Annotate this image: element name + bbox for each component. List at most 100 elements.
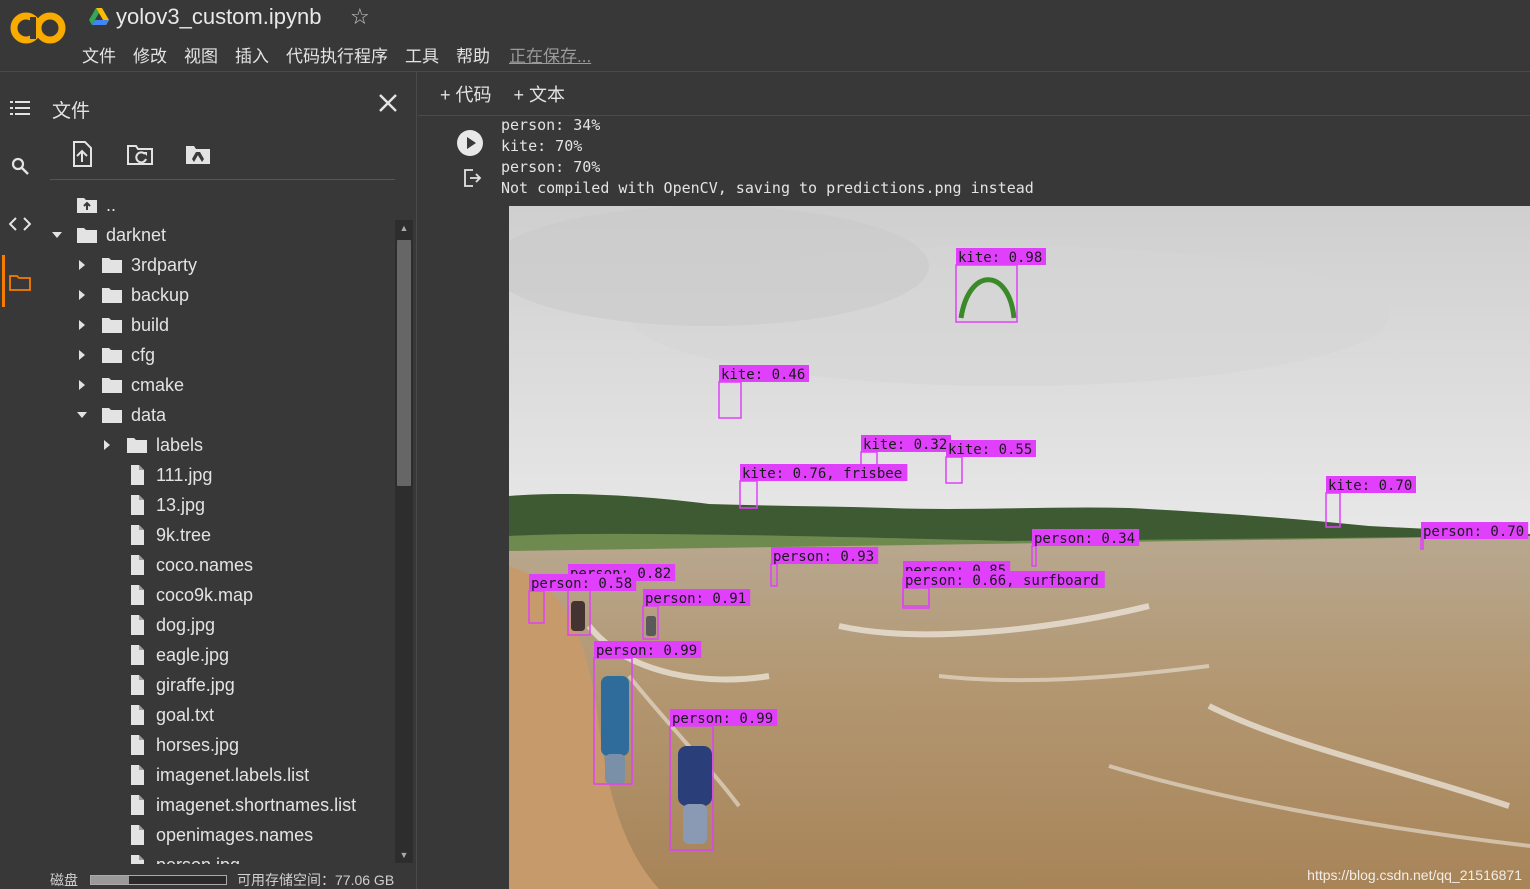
folder-item[interactable]: labels: [100, 430, 203, 460]
file-item[interactable]: coco.names: [100, 550, 253, 580]
menu-item-6[interactable]: 帮助: [456, 42, 490, 67]
file-item[interactable]: eagle.jpg: [100, 640, 229, 670]
tree-item-label: darknet: [106, 224, 167, 245]
menu-item-3[interactable]: 插入: [235, 42, 269, 67]
file-icon: [126, 645, 156, 665]
file-item[interactable]: imagenet.shortnames.list: [100, 790, 356, 820]
file-icon: [126, 525, 156, 545]
tree-item-label: person.jpg: [156, 855, 240, 865]
file-item[interactable]: 9k.tree: [100, 520, 211, 550]
play-icon: [467, 137, 476, 149]
add-text-button[interactable]: + 文本: [514, 81, 566, 107]
folder-icon: [101, 315, 131, 335]
folder-item[interactable]: backup: [75, 280, 189, 310]
file-tree-scrollbar[interactable]: ▲ ▼: [395, 220, 413, 863]
folder-icon[interactable]: [8, 270, 32, 294]
tree-item-label: dog.jpg: [156, 614, 216, 635]
cell-output-text: person: 34% kite: 70% person: 70% Not co…: [501, 116, 1034, 197]
search-icon[interactable]: [8, 154, 32, 178]
code-snippets-icon[interactable]: [8, 212, 32, 236]
tree-item-label: cfg: [131, 344, 156, 365]
folder-icon: [101, 345, 131, 365]
close-icon[interactable]: [375, 90, 401, 116]
caret-right-icon[interactable]: [75, 288, 89, 302]
menu-item-4[interactable]: 代码执行程序: [286, 42, 388, 67]
caret-spacer: [100, 588, 114, 602]
folder-item[interactable]: cfg: [75, 340, 155, 370]
folder-icon: [76, 225, 106, 245]
file-item[interactable]: dog.jpg: [100, 610, 215, 640]
upload-icon[interactable]: [68, 140, 96, 168]
file-item[interactable]: imagenet.labels.list: [100, 760, 309, 790]
file-item[interactable]: person.jpg: [100, 850, 240, 864]
notebook-title[interactable]: yolov3_custom.ipynb: [116, 4, 321, 30]
tree-item-label: coco9k.map: [156, 584, 254, 605]
menu-item-5[interactable]: 工具: [405, 42, 439, 67]
caret-spacer: [100, 858, 114, 864]
caret-right-icon[interactable]: [100, 438, 114, 452]
file-item[interactable]: giraffe.jpg: [100, 670, 235, 700]
divider: [50, 179, 395, 180]
caret-spacer: [100, 768, 114, 782]
file-icon: [126, 705, 156, 725]
caret-spacer: [100, 738, 114, 752]
caret-right-icon[interactable]: [75, 378, 89, 392]
file-item[interactable]: 111.jpg: [100, 460, 212, 490]
scene-figure: [683, 804, 707, 844]
detection-label: person: 0.58: [531, 576, 632, 592]
file-icon: [126, 585, 156, 605]
file-item[interactable]: 13.jpg: [100, 490, 205, 520]
detection-label: kite: 0.32: [863, 437, 947, 453]
folder-icon: [101, 375, 131, 395]
disk-available-text: 可用存储空间：77.06 GB: [237, 871, 395, 888]
detection-label: person: 0.34: [1034, 531, 1135, 547]
tree-item-label: data: [131, 404, 167, 425]
drive-folder-icon[interactable]: [184, 140, 212, 168]
folder-item[interactable]: data: [75, 400, 166, 430]
notebook-toolbar: + 代码 + 文本: [418, 72, 1530, 116]
caret-down-icon[interactable]: [50, 228, 64, 242]
tree-item-label: eagle.jpg: [156, 644, 230, 665]
colab-window: CO yolov3_custom.ipynb ☆ 文件 修改 视图 插入 代码执行程序工…: [0, 0, 1530, 889]
menu-item-1[interactable]: 修改: [133, 42, 167, 67]
parent-dir-item[interactable]: ..: [50, 190, 116, 220]
file-item[interactable]: horses.jpg: [100, 730, 239, 760]
detection-label: person: 0.99: [672, 711, 773, 727]
caret-right-icon[interactable]: [75, 258, 89, 272]
run-cell-button[interactable]: [457, 130, 483, 156]
detection-label: person: 0.66, surfboard: [905, 573, 1099, 589]
menu-item-0[interactable]: 文件: [82, 42, 116, 67]
folder-item[interactable]: cmake: [75, 370, 184, 400]
file-icon: [126, 465, 156, 485]
star-icon[interactable]: ☆: [350, 4, 370, 30]
scene-figure: [571, 601, 585, 631]
caret-spacer: [100, 618, 114, 632]
folder-item[interactable]: 3rdparty: [75, 250, 197, 280]
file-item[interactable]: coco9k.map: [100, 580, 253, 610]
caret-right-icon[interactable]: [75, 348, 89, 362]
menu-item-2[interactable]: 视图: [184, 42, 218, 67]
file-icon: [126, 735, 156, 755]
toc-icon[interactable]: [8, 96, 32, 120]
disk-usage: 磁盘 可用存储空间：77.06 GB: [50, 870, 410, 889]
disk-meter-fill: [91, 875, 129, 884]
caret-right-icon[interactable]: [75, 318, 89, 332]
detection-label: kite: 0.70: [1328, 478, 1412, 494]
folder-item[interactable]: build: [75, 310, 169, 340]
tree-item-label: cmake: [131, 374, 185, 395]
tree-item-label: 3rdparty: [131, 254, 198, 275]
refresh-folder-icon[interactable]: [126, 140, 154, 168]
google-drive-icon: [89, 8, 109, 25]
scroll-up-arrow[interactable]: ▲: [399, 223, 409, 233]
caret-spacer: [100, 528, 114, 542]
file-icon: [126, 825, 156, 845]
folder-item[interactable]: darknet: [50, 220, 166, 250]
colab-logo[interactable]: CO: [10, 8, 68, 48]
output-menu-icon[interactable]: [461, 167, 483, 189]
file-item[interactable]: openimages.names: [100, 820, 313, 850]
scroll-thumb[interactable]: [397, 240, 411, 486]
file-item[interactable]: goal.txt: [100, 700, 214, 730]
add-code-button[interactable]: + 代码: [440, 81, 492, 107]
scroll-down-arrow[interactable]: ▼: [399, 850, 409, 860]
caret-down-icon[interactable]: [75, 408, 89, 422]
